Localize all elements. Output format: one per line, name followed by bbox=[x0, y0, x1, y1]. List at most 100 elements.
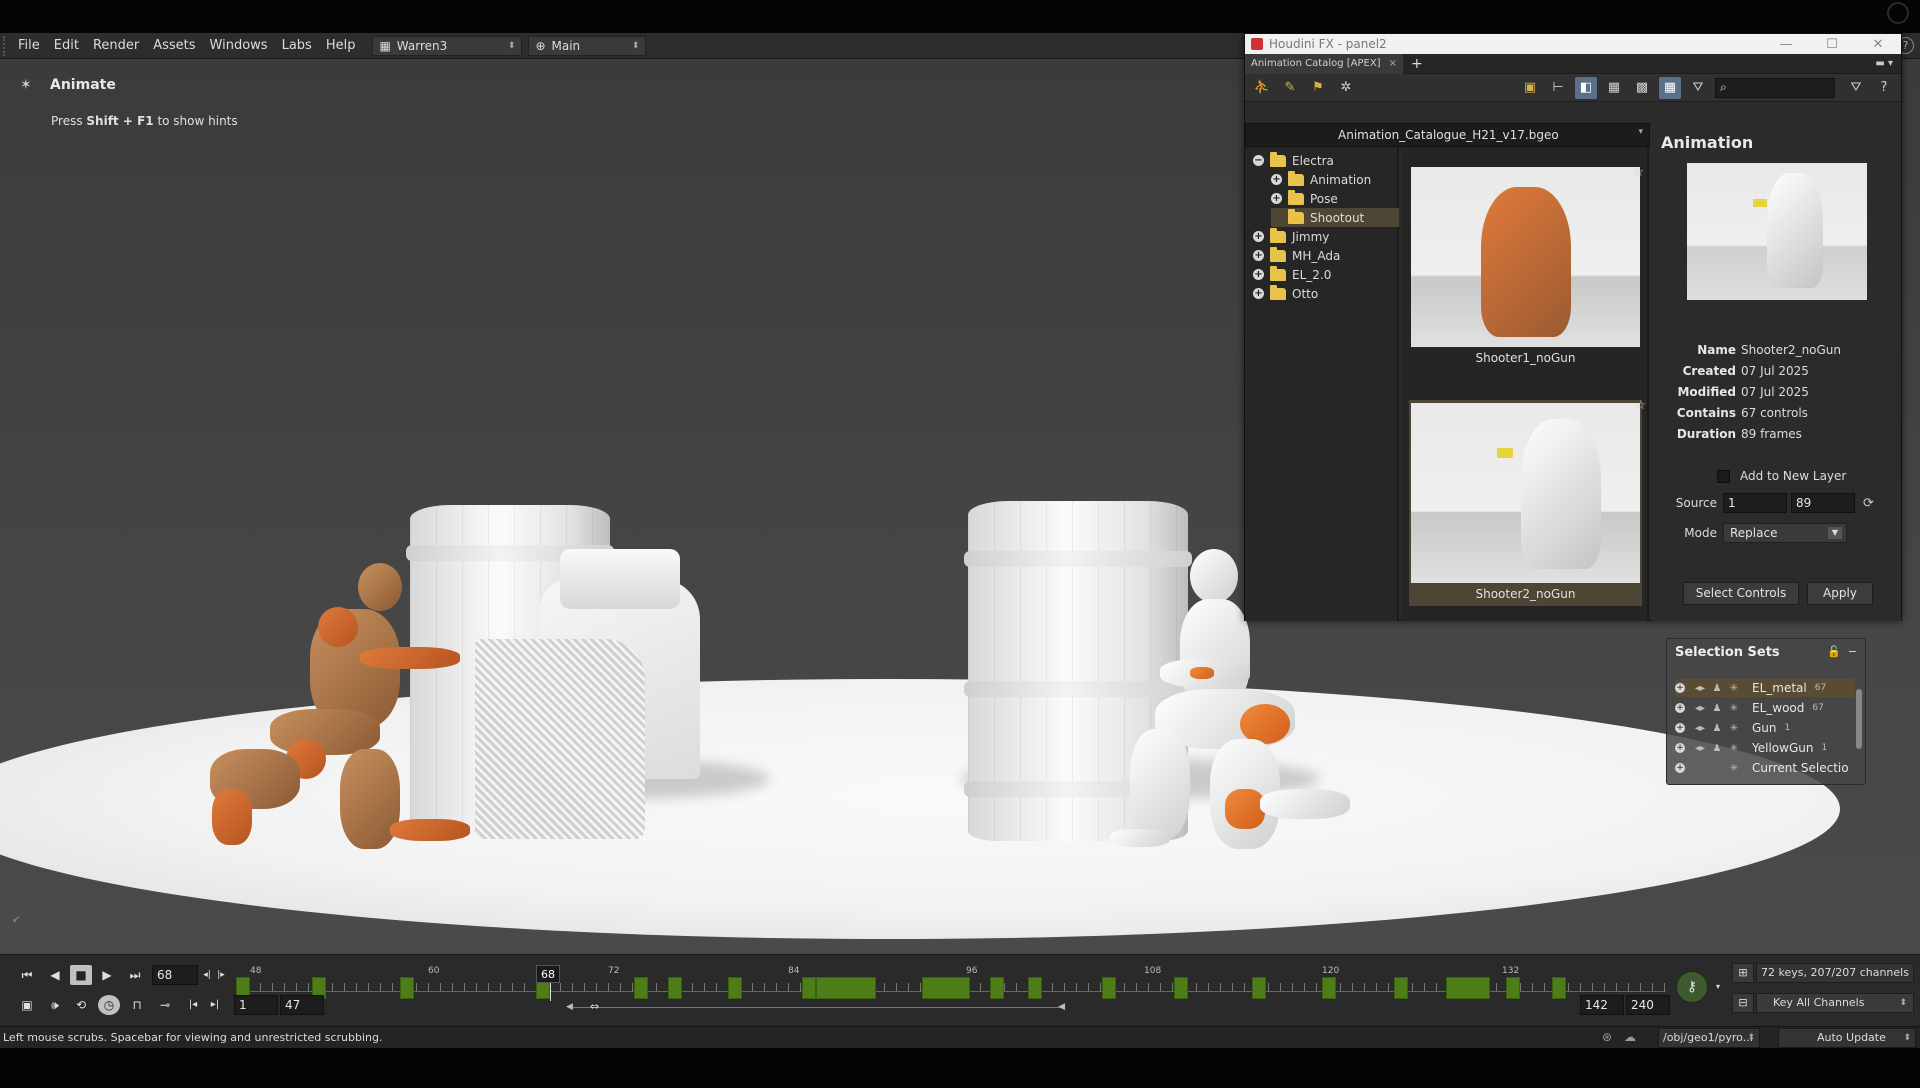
jump-start-icon[interactable]: ⏮ bbox=[16, 965, 38, 985]
apply-button[interactable]: Apply bbox=[1807, 582, 1873, 605]
menu-edit[interactable]: Edit bbox=[47, 33, 86, 59]
range-right-handle[interactable]: ◀ bbox=[1058, 1002, 1065, 1012]
tree-item-otto[interactable]: + Otto bbox=[1253, 284, 1393, 303]
library-file-selector[interactable]: Animation_Catalogue_H21_v17.bgeo ▾ bbox=[1245, 123, 1650, 147]
visibility-icon[interactable]: ◂▸ bbox=[1693, 703, 1707, 714]
auto-key-icon[interactable]: ⚷ bbox=[1676, 971, 1708, 1003]
tree-item-jimmy[interactable]: + Jimmy bbox=[1253, 227, 1393, 246]
filter-icon[interactable]: ⛛ bbox=[1687, 77, 1709, 99]
expand-icon[interactable]: + bbox=[1675, 723, 1685, 733]
search-input[interactable]: ⌕ bbox=[1715, 77, 1835, 98]
keyframe[interactable] bbox=[922, 977, 970, 999]
menu-render[interactable]: Render bbox=[86, 33, 146, 59]
chevron-down-icon[interactable]: ▾ bbox=[1712, 977, 1724, 997]
tree-item-el-2[interactable]: + EL_2.0 bbox=[1253, 265, 1393, 284]
grid-large-icon[interactable]: ▦ bbox=[1659, 76, 1681, 99]
tree-item-mh-ada[interactable]: + MH_Ada bbox=[1253, 246, 1393, 265]
selection-sets-scrollbar[interactable] bbox=[1856, 689, 1862, 749]
visibility-icon[interactable]: ◂▸ bbox=[1693, 683, 1707, 694]
menu-labs[interactable]: Labs bbox=[275, 33, 319, 59]
realtime-clock-icon[interactable]: ◷ bbox=[98, 995, 120, 1015]
tree-view-icon[interactable]: ⊢ bbox=[1547, 77, 1569, 99]
tab-close-icon[interactable]: × bbox=[1389, 58, 1397, 69]
desktop-selector[interactable]: ▦ Warren3 ⬍ bbox=[372, 35, 523, 56]
current-frame-marker[interactable]: 68 bbox=[536, 965, 560, 983]
figure-icon[interactable]: ♟ bbox=[1710, 703, 1724, 714]
expand-icon[interactable]: + bbox=[1253, 231, 1264, 242]
grid-small-icon[interactable]: ▦ bbox=[1603, 77, 1625, 99]
network-status-icon[interactable]: ⊛ bbox=[1602, 1030, 1612, 1044]
network-selector[interactable]: ⊕ Main ⬍ bbox=[528, 35, 647, 56]
tree-item-electra[interactable]: − Electra bbox=[1253, 151, 1393, 170]
grid-medium-icon[interactable]: ▩ bbox=[1631, 77, 1653, 99]
visibility-icon[interactable]: ◂▸ bbox=[1693, 723, 1707, 734]
loop-icon[interactable]: ⟲ bbox=[70, 995, 92, 1015]
character-orange[interactable] bbox=[190, 499, 490, 859]
stop-icon[interactable]: ■ bbox=[70, 965, 92, 985]
maximize-icon[interactable]: ☐ bbox=[1809, 37, 1855, 52]
menu-help[interactable]: Help bbox=[319, 33, 363, 59]
key-mode-icon[interactable]: ⊟ bbox=[1732, 993, 1754, 1013]
update-mode-select[interactable]: Auto Update ⬍ bbox=[1778, 1028, 1916, 1048]
add-tab-icon[interactable]: + bbox=[1411, 56, 1423, 72]
close-icon[interactable]: ✕ bbox=[1855, 37, 1901, 52]
keyframe[interactable] bbox=[990, 977, 1004, 999]
selection-set-yellowgun[interactable]: + ◂▸ ♟ ✳ YellowGun 1 bbox=[1675, 739, 1855, 757]
selection-set-gun[interactable]: + ◂▸ ♟ ✳ Gun 1 bbox=[1675, 719, 1855, 737]
range-start-icon[interactable]: |◂ bbox=[182, 995, 204, 1015]
minimize-icon[interactable]: — bbox=[1763, 37, 1809, 52]
scrub-handle-icon[interactable]: ⇔ bbox=[590, 1000, 599, 1013]
asterisk-icon[interactable]: ✳ bbox=[1727, 703, 1741, 714]
range-left-handle[interactable]: ◀ bbox=[566, 1002, 573, 1012]
source-end-field[interactable]: 89 bbox=[1791, 493, 1855, 513]
expand-icon[interactable]: + bbox=[1271, 193, 1282, 204]
pencil-icon[interactable]: ✎ bbox=[1279, 77, 1301, 99]
refresh-icon[interactable]: ⟳ bbox=[1863, 496, 1874, 511]
thumbnail-shooter2[interactable]: Shooter2_noGun ☆ bbox=[1409, 398, 1646, 606]
keyframe[interactable] bbox=[1506, 977, 1520, 999]
keyframe[interactable] bbox=[1174, 977, 1188, 999]
expand-icon[interactable]: + bbox=[1675, 763, 1685, 773]
tree-item-shootout[interactable]: Shootout bbox=[1271, 208, 1399, 227]
range-end-icon[interactable]: ▸| bbox=[204, 995, 226, 1015]
selection-set-el-metal[interactable]: + ◂▸ ♟ ✳ EL_metal 67 bbox=[1675, 679, 1855, 697]
expand-icon[interactable]: + bbox=[1253, 250, 1264, 261]
tree-item-animation[interactable]: + Animation bbox=[1271, 170, 1393, 189]
timeline-ruler[interactable]: 48 60 72 84 96 108 120 132 68 bbox=[236, 965, 1666, 1001]
expand-icon[interactable]: + bbox=[1675, 703, 1685, 713]
current-frame-field[interactable]: 68 bbox=[152, 965, 198, 985]
expand-icon[interactable]: + bbox=[1675, 743, 1685, 753]
step-icon[interactable]: ⊸ bbox=[154, 995, 176, 1015]
audio-icon[interactable]: 🕪 bbox=[44, 995, 66, 1015]
expand-icon[interactable]: + bbox=[1253, 269, 1264, 280]
star-icon[interactable]: ☆ bbox=[1635, 398, 1646, 412]
expand-icon[interactable]: + bbox=[1271, 174, 1282, 185]
figure-icon[interactable]: ♟ bbox=[1710, 683, 1724, 694]
help-icon[interactable]: ? bbox=[1873, 77, 1895, 99]
expand-icon[interactable]: + bbox=[1675, 683, 1685, 693]
menubar-grip[interactable] bbox=[3, 35, 11, 56]
filter-settings-icon[interactable]: ⛛ bbox=[1845, 77, 1867, 99]
layout-icon[interactable]: ▣ bbox=[1519, 77, 1541, 99]
keyframe[interactable] bbox=[1028, 977, 1042, 999]
status-path-select[interactable]: /obj/geo1/pyro... ⬍ bbox=[1658, 1028, 1760, 1048]
range-end-field[interactable]: 142 bbox=[1580, 995, 1624, 1015]
step-back-icon[interactable]: ◀ bbox=[44, 965, 66, 985]
character-icon[interactable]: ⛹ bbox=[1251, 77, 1273, 99]
collapse-icon[interactable]: − bbox=[1848, 645, 1857, 658]
thumbnail-shooter1[interactable]: Shooter1_noGun ☆ bbox=[1411, 165, 1644, 365]
tree-item-pose[interactable]: + Pose bbox=[1271, 189, 1393, 208]
tab-animation-catalog[interactable]: Animation Catalog [APEX] × bbox=[1245, 53, 1403, 74]
asterisk-icon[interactable]: ✳ bbox=[1727, 763, 1741, 774]
select-controls-button[interactable]: Select Controls bbox=[1683, 582, 1799, 605]
keyframe[interactable] bbox=[400, 977, 414, 999]
collapse-icon[interactable]: − bbox=[1253, 155, 1264, 166]
cloud-icon[interactable]: ☁ bbox=[1624, 1030, 1636, 1044]
asterisk-icon[interactable]: ✳ bbox=[1727, 743, 1741, 754]
pane-menu-icon[interactable]: ▬ ▾ bbox=[1875, 58, 1893, 69]
key-mode-select[interactable]: Key All Channels ⬍ bbox=[1756, 993, 1914, 1013]
keyframe[interactable] bbox=[816, 977, 876, 999]
figure-icon[interactable]: ♟ bbox=[1710, 743, 1724, 754]
selection-set-el-wood[interactable]: + ◂▸ ♟ ✳ EL_wood 67 bbox=[1675, 699, 1855, 717]
gear-icon[interactable]: ✲ bbox=[1335, 77, 1357, 99]
